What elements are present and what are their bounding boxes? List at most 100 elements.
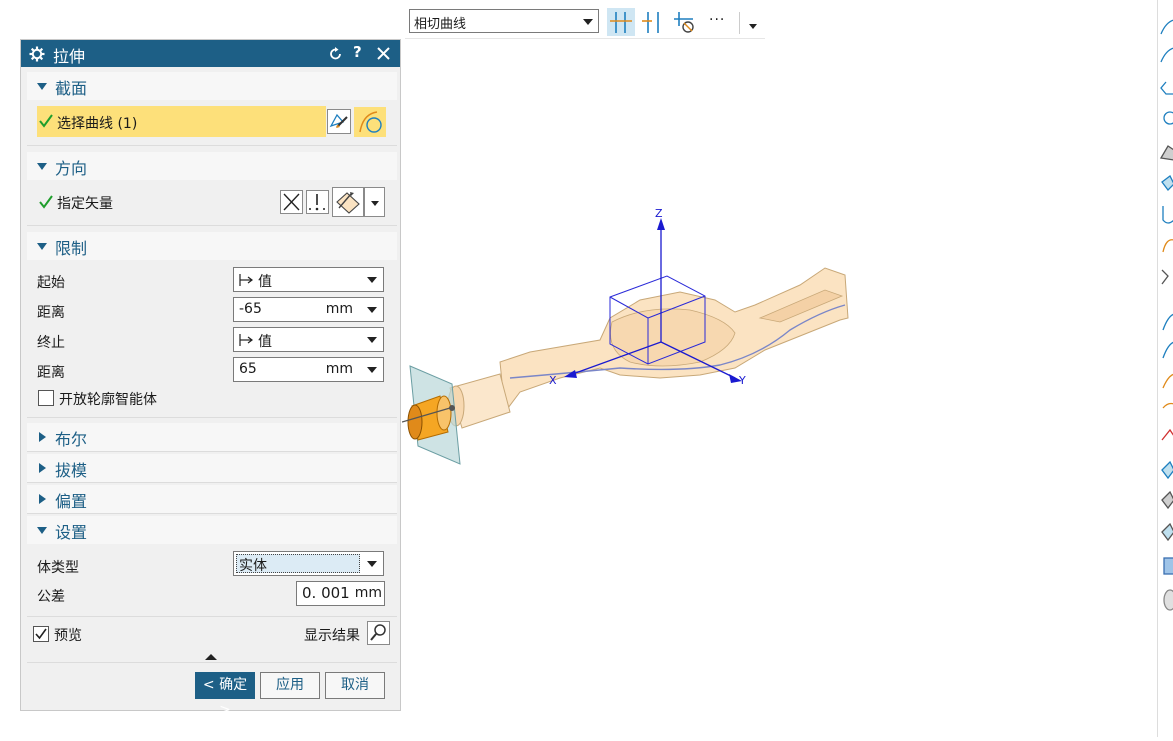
follow-fillet-icon bbox=[674, 12, 694, 33]
circle-icon[interactable] bbox=[1163, 111, 1173, 125]
sketch-section-button[interactable] bbox=[327, 109, 351, 134]
help-icon[interactable]: ? bbox=[353, 43, 362, 61]
end-distance-unit: mm bbox=[325, 361, 353, 377]
graphics-viewport[interactable]: Z X Y bbox=[402, 190, 862, 480]
checkmark-icon bbox=[39, 114, 53, 128]
section-header-direction[interactable]: 方向 bbox=[27, 152, 397, 180]
mesh-icon[interactable] bbox=[1161, 522, 1173, 542]
end-label: 终止 bbox=[37, 335, 65, 351]
checkmark-icon bbox=[39, 195, 53, 209]
chevron-down-icon bbox=[367, 337, 377, 343]
toolbar-overflow-icon[interactable] bbox=[749, 24, 757, 29]
section-divider bbox=[27, 513, 397, 514]
collapse-arrow-icon bbox=[37, 243, 47, 250]
expand-arrow-icon bbox=[39, 494, 46, 504]
cylinder-icon[interactable] bbox=[1163, 557, 1173, 575]
section-header-section[interactable]: 截面 bbox=[27, 72, 397, 100]
start-distance-input[interactable]: -65 mm bbox=[233, 297, 384, 322]
select-curve-row[interactable]: 选择曲线 (1) bbox=[37, 106, 326, 137]
start-distance-label: 距离 bbox=[37, 305, 65, 321]
value-arrow-icon bbox=[239, 334, 253, 346]
arc-icon[interactable] bbox=[1160, 47, 1173, 63]
start-distance-unit: mm bbox=[325, 301, 353, 317]
dialog-title: 拉伸 bbox=[53, 47, 86, 66]
tolerance-unit: mm bbox=[354, 585, 382, 601]
more-options-button[interactable]: ··· bbox=[709, 12, 725, 28]
curve-selection-button[interactable] bbox=[354, 107, 386, 137]
section-header-settings[interactable]: 设置 bbox=[27, 516, 397, 544]
right-toolbar-icons bbox=[1159, 19, 1173, 611]
tolerance-value: 0. 001 bbox=[302, 584, 350, 602]
open-profile-label: 开放轮廓智能体 bbox=[59, 392, 157, 408]
trim-icon[interactable] bbox=[1161, 428, 1173, 441]
cancel-button[interactable]: 取消 bbox=[325, 672, 385, 699]
show-result-label: 显示结果 bbox=[304, 628, 360, 644]
select-curve-label: 选择曲线 (1) bbox=[57, 116, 138, 132]
open-profile-checkbox[interactable] bbox=[38, 390, 54, 406]
sweep-icon[interactable] bbox=[1161, 269, 1169, 285]
preview-label: 预览 bbox=[54, 628, 82, 644]
arc-icon[interactable] bbox=[1160, 19, 1173, 35]
polygon-icon[interactable] bbox=[1160, 81, 1173, 95]
section-header-offset[interactable]: 偏置 bbox=[27, 485, 397, 513]
follow-fillet-button[interactable] bbox=[671, 8, 699, 36]
end-type-dropdown[interactable]: 值 bbox=[233, 327, 384, 352]
chevron-down-icon bbox=[367, 307, 377, 313]
apply-button[interactable]: 应用 bbox=[260, 672, 320, 699]
plane-icon[interactable] bbox=[1161, 175, 1173, 191]
start-type-dropdown[interactable]: 值 bbox=[233, 267, 384, 292]
section-divider bbox=[27, 451, 397, 452]
body-type-label: 体类型 bbox=[37, 560, 79, 576]
arc-icon[interactable] bbox=[1162, 341, 1173, 359]
tolerance-input[interactable]: 0. 001 mm bbox=[296, 581, 385, 606]
body-type-value: 实体 bbox=[239, 558, 267, 574]
checkmark-icon bbox=[35, 628, 47, 640]
section-header-draft[interactable]: 拔模 bbox=[27, 454, 397, 482]
curve-icon bbox=[359, 111, 382, 133]
reset-icon[interactable] bbox=[329, 47, 343, 61]
section-divider bbox=[27, 225, 397, 226]
tolerance-label: 公差 bbox=[37, 589, 65, 605]
section-divider bbox=[27, 417, 397, 418]
solid-icon[interactable] bbox=[1163, 589, 1173, 611]
cup-icon[interactable] bbox=[1162, 206, 1173, 224]
arc-icon[interactable] bbox=[1162, 373, 1173, 389]
close-icon[interactable] bbox=[377, 47, 390, 60]
section-header-boolean[interactable]: 布尔 bbox=[27, 423, 397, 451]
face-icon[interactable] bbox=[1161, 460, 1173, 480]
vector-dialog-icon bbox=[309, 194, 325, 211]
chevron-down-icon bbox=[367, 561, 377, 567]
start-label: 起始 bbox=[37, 275, 65, 291]
face-icon[interactable] bbox=[1161, 490, 1173, 510]
section-label: 拔模 bbox=[55, 461, 88, 480]
right-toolbar bbox=[1157, 0, 1173, 737]
chevron-down-icon bbox=[367, 367, 377, 373]
section-divider bbox=[27, 662, 397, 663]
chevron-down-icon bbox=[371, 201, 379, 206]
arc-icon[interactable] bbox=[1162, 313, 1173, 331]
collapse-dialog-icon[interactable] bbox=[205, 654, 217, 660]
vector-type-dropdown[interactable] bbox=[364, 187, 385, 217]
stop-at-intersection-button[interactable] bbox=[639, 8, 667, 36]
selection-toolbar: 相切曲线 ··· bbox=[405, 6, 765, 39]
collapse-arrow-icon bbox=[37, 83, 47, 90]
ok-button[interactable]: < 确定 > bbox=[195, 672, 255, 718]
show-result-button[interactable] bbox=[367, 621, 390, 645]
body-type-dropdown[interactable]: 实体 bbox=[233, 551, 384, 576]
reverse-direction-button[interactable] bbox=[280, 190, 303, 214]
arc-icon[interactable] bbox=[1162, 402, 1173, 409]
section-label: 偏置 bbox=[55, 492, 88, 511]
section-label: 设置 bbox=[55, 523, 88, 542]
curve-rule-dropdown[interactable]: 相切曲线 bbox=[409, 9, 599, 33]
vector-type-button[interactable] bbox=[332, 187, 364, 217]
vector-dialog-button[interactable] bbox=[306, 190, 329, 214]
intersection-curve-button[interactable] bbox=[607, 8, 635, 36]
preview-checkbox[interactable] bbox=[33, 626, 49, 642]
end-distance-input[interactable]: 65 mm bbox=[233, 357, 384, 382]
fillet-icon[interactable] bbox=[1162, 239, 1173, 253]
section-header-limits[interactable]: 限制 bbox=[27, 232, 397, 260]
surface-icon[interactable] bbox=[1159, 145, 1173, 161]
dialog-titlebar[interactable]: 拉伸 ? bbox=[21, 40, 400, 67]
value-arrow-icon bbox=[239, 274, 253, 286]
stop-intersection-icon bbox=[642, 12, 659, 33]
